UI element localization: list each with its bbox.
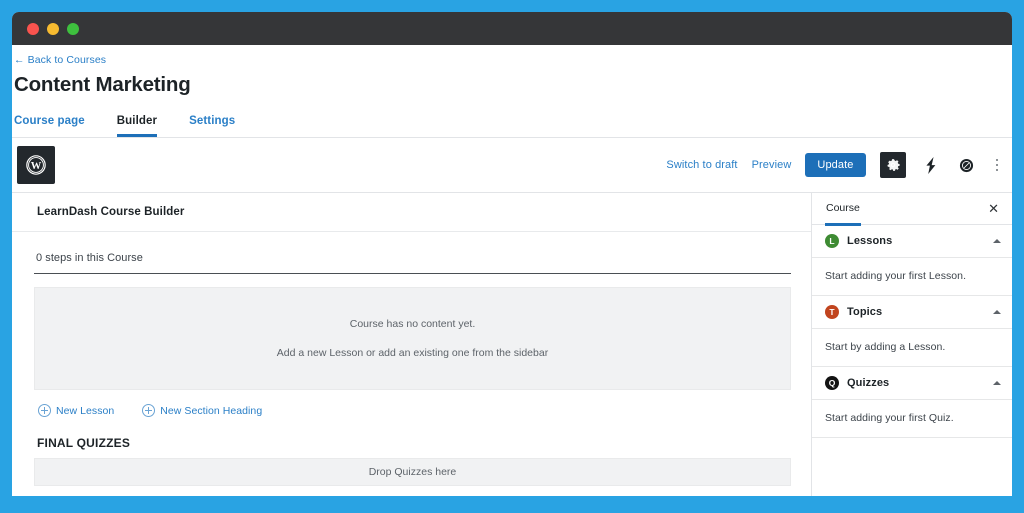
- switch-to-draft-button[interactable]: Switch to draft: [666, 159, 737, 171]
- editor-toolbar: W Switch to draft Preview Update: [12, 138, 1012, 193]
- quizzes-empty-text: Start adding your first Quiz.: [812, 400, 1012, 438]
- jetpack-s-icon[interactable]: [920, 154, 942, 176]
- new-section-heading-label: New Section Heading: [160, 404, 263, 417]
- plus-circle-icon: [38, 404, 51, 417]
- empty-state-secondary: Add a new Lesson or add an existing one …: [276, 347, 549, 359]
- builder-inner: 0 steps in this Course Course has no con…: [12, 232, 811, 496]
- final-quizzes-title: FINAL QUIZZES: [37, 436, 131, 450]
- svg-text:W: W: [31, 161, 42, 172]
- sidebar-tab-course[interactable]: Course: [825, 192, 861, 226]
- admin-tabbar: Course page Builder Settings: [12, 109, 1012, 138]
- circle-slash-icon[interactable]: [956, 154, 978, 176]
- steps-count: 0 steps in this Course: [34, 242, 791, 274]
- sidebar-section-topics: T Topics: [812, 296, 1012, 329]
- course-builder-canvas: LearnDash Course Builder 0 steps in this…: [12, 193, 812, 496]
- sidebar-section-quizzes: Q Quizzes: [812, 367, 1012, 400]
- sidebar-section-lessons: L Lessons: [812, 225, 1012, 258]
- tab-settings[interactable]: Settings: [189, 115, 235, 137]
- topics-badge-icon: T: [825, 305, 839, 319]
- browser-window: ← Back to Courses Content Marketing Cour…: [12, 12, 1012, 496]
- sidebar-section-quizzes-header[interactable]: Q Quizzes: [812, 367, 1012, 399]
- screenshot-frame: ← Back to Courses Content Marketing Cour…: [0, 0, 1024, 513]
- course-sidebar: Course ✕ L Lessons Start adding your fir…: [812, 193, 1012, 496]
- update-button[interactable]: Update: [805, 153, 866, 177]
- plus-circle-icon: [142, 404, 156, 417]
- editor-body: LearnDash Course Builder 0 steps in this…: [12, 193, 1012, 496]
- chevron-up-icon[interactable]: [993, 310, 1001, 314]
- sidebar-section-topics-title: Topics: [847, 306, 883, 318]
- new-section-heading-button[interactable]: New Section Heading: [142, 404, 262, 417]
- window-titlebar: [12, 12, 1012, 45]
- quizzes-badge-icon: Q: [825, 376, 839, 390]
- back-to-courses-link[interactable]: ← Back to Courses: [14, 54, 106, 66]
- sidebar-section-topics-header[interactable]: T Topics: [812, 296, 1012, 328]
- close-icon[interactable]: ✕: [985, 200, 1002, 217]
- quizzes-dropzone[interactable]: Drop Quizzes here: [34, 458, 791, 486]
- tab-course-page[interactable]: Course page: [14, 115, 85, 137]
- topics-empty-text: Start by adding a Lesson.: [812, 329, 1012, 367]
- wordpress-icon[interactable]: W: [17, 146, 55, 184]
- sidebar-section-lessons-title: Lessons: [847, 235, 893, 247]
- lessons-empty-text: Start adding your first Lesson.: [812, 258, 1012, 296]
- editor-actions: Switch to draft Preview Update: [666, 152, 1002, 178]
- builder-heading: LearnDash Course Builder: [12, 193, 811, 232]
- empty-state-primary: Course has no content yet.: [349, 318, 476, 330]
- lessons-badge-icon: L: [825, 234, 839, 248]
- new-lesson-label: New Lesson: [56, 404, 115, 417]
- sidebar-section-quizzes-title: Quizzes: [847, 377, 890, 389]
- tab-builder[interactable]: Builder: [116, 115, 158, 137]
- gear-icon[interactable]: [879, 152, 906, 178]
- kebab-menu-icon[interactable]: [992, 158, 1003, 172]
- close-window-button[interactable]: [27, 22, 39, 35]
- chevron-up-icon[interactable]: [993, 239, 1001, 243]
- sidebar-header: Course ✕: [812, 192, 1012, 226]
- back-bar: ← Back to Courses: [12, 45, 1012, 70]
- lessons-dropzone[interactable]: Course has no content yet. Add a new Les…: [34, 287, 791, 390]
- page-title: Content Marketing: [14, 73, 191, 96]
- add-actions-row: New Lesson New Section Heading: [34, 390, 791, 417]
- minimize-window-button[interactable]: [47, 22, 59, 35]
- chevron-up-icon[interactable]: [993, 381, 1001, 385]
- preview-button[interactable]: Preview: [752, 159, 792, 171]
- add-quiz-row: New Quiz: [34, 486, 791, 496]
- new-lesson-button[interactable]: New Lesson: [38, 404, 114, 417]
- sidebar-section-lessons-header[interactable]: L Lessons: [812, 225, 1012, 257]
- zoom-window-button[interactable]: [67, 22, 79, 35]
